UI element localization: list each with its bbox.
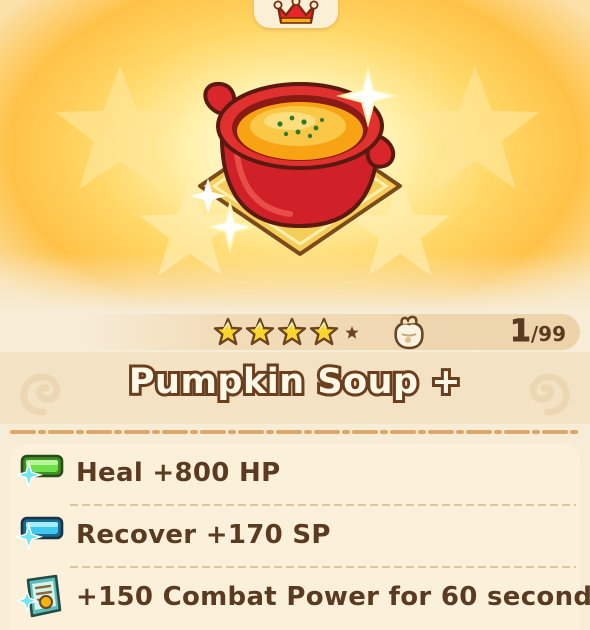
effect-row-hp: Heal +800 HP bbox=[10, 444, 580, 502]
quantity-count: 1 bbox=[509, 314, 531, 350]
pumpkin-soup-pot-icon bbox=[190, 64, 402, 256]
rarity-star-filled-icon bbox=[277, 317, 307, 346]
item-bag-icon bbox=[394, 315, 424, 350]
effect-text: Heal +800 HP bbox=[76, 458, 281, 488]
effect-text: Recover +170 SP bbox=[76, 520, 331, 550]
effect-text: +150 Combat Power for 60 second bbox=[76, 582, 590, 612]
rarity-star-filled-icon bbox=[213, 317, 243, 346]
combat-power-scroll-icon bbox=[16, 574, 62, 618]
rarity-star-filled-icon bbox=[309, 317, 339, 346]
crown-badge bbox=[254, 0, 338, 28]
rating-quantity-bar: 1 /99 bbox=[78, 314, 580, 350]
item-name-title: Pumpkin Soup + bbox=[126, 359, 464, 405]
sp-gauge-icon bbox=[16, 516, 64, 552]
effect-row-sp: Recover +170 SP bbox=[10, 506, 580, 564]
rarity-star-filled-icon bbox=[245, 317, 275, 346]
effect-row-combat-power: +150 Combat Power for 60 second bbox=[10, 568, 590, 626]
crown-icon bbox=[273, 0, 319, 24]
effects-panel: Heal +800 HP Recover +170 SP +150 Combat… bbox=[10, 444, 590, 630]
quantity-max: /99 bbox=[530, 322, 566, 346]
rarity-stars bbox=[213, 317, 363, 347]
dotted-divider bbox=[10, 430, 580, 434]
rarity-star-empty-icon bbox=[345, 326, 359, 339]
hp-gauge-icon bbox=[16, 454, 64, 490]
quantity-display: 1 /99 bbox=[509, 314, 566, 350]
